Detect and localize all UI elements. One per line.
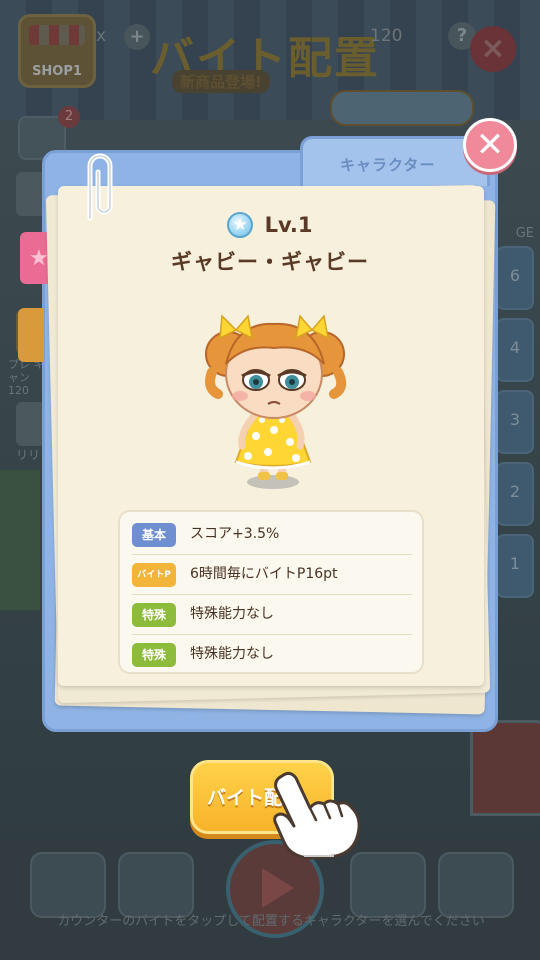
close-icon: ✕: [475, 125, 505, 165]
side-label: リリ: [16, 448, 41, 462]
close-button[interactable]: ✕: [463, 118, 517, 172]
star-pill: [330, 90, 474, 126]
door-tool-button[interactable]: [438, 852, 514, 918]
stat-badge-baitp: バイトP: [132, 563, 176, 587]
stat-row: 特殊 特殊能力なし: [132, 634, 412, 674]
folder-tab-label: キャラクター: [340, 156, 436, 174]
close-mark: x: [96, 26, 107, 46]
shop-button[interactable]: SHOP1: [18, 14, 96, 88]
shop-label: SHOP1: [32, 64, 82, 79]
background-plant: [0, 470, 40, 610]
add-button[interactable]: +: [124, 24, 150, 50]
checklist-tool-button[interactable]: [118, 852, 194, 918]
right-slot[interactable]: 1: [496, 534, 534, 598]
slot-number: 1: [509, 554, 521, 573]
stat-text: 特殊能力なし: [190, 606, 274, 622]
level-star-icon: ★: [227, 212, 254, 238]
door-icon: [470, 720, 540, 816]
right-slot[interactable]: 4: [496, 318, 534, 382]
stat-badge-basic: 基本: [132, 523, 176, 547]
screen-subtitle: 新商品登場!: [172, 70, 270, 93]
right-slot[interactable]: 2: [496, 462, 534, 526]
stat-row: バイトP 6時間毎にバイトP16pt: [132, 554, 412, 595]
character-stats: 基本 スコア+3.5% バイトP 6時間毎にバイトP16pt 特殊 特殊能力なし…: [118, 510, 424, 674]
screen-close-button[interactable]: ×: [470, 26, 516, 72]
stat-badge-special: 特殊: [132, 643, 176, 667]
right-slot[interactable]: 3: [496, 390, 534, 454]
shop-awning-icon: [29, 25, 85, 45]
slot-number: 4: [509, 338, 521, 357]
level-row: ★ Lv.1: [0, 212, 540, 238]
character-illustration: [205, 314, 347, 489]
pointing-hand-icon: [273, 771, 361, 860]
level-label: Lv.1: [264, 213, 313, 237]
airplane-tool-button[interactable]: [30, 852, 106, 918]
character-name: ギャビー・ギャビー: [171, 250, 369, 274]
stat-row: 基本 スコア+3.5%: [132, 514, 412, 555]
stat-badge-special: 特殊: [132, 603, 176, 627]
currency-counter: 120: [370, 26, 403, 46]
stat-text: 6時間毎にバイトP16pt: [190, 566, 338, 582]
mail-badge: 2: [58, 106, 80, 128]
hint-text: カウンターのバイトをタップして配置するキャラクターを選んでください: [57, 914, 485, 929]
slot-number: 3: [509, 410, 521, 429]
stat-text: 特殊能力なし: [190, 646, 274, 662]
slot-number: 2: [509, 482, 521, 501]
stat-text: スコア+3.5%: [190, 526, 280, 542]
side-tab-orange[interactable]: [18, 308, 44, 362]
stat-row: 特殊 特殊能力なし: [132, 594, 412, 635]
play-icon: [262, 868, 294, 908]
